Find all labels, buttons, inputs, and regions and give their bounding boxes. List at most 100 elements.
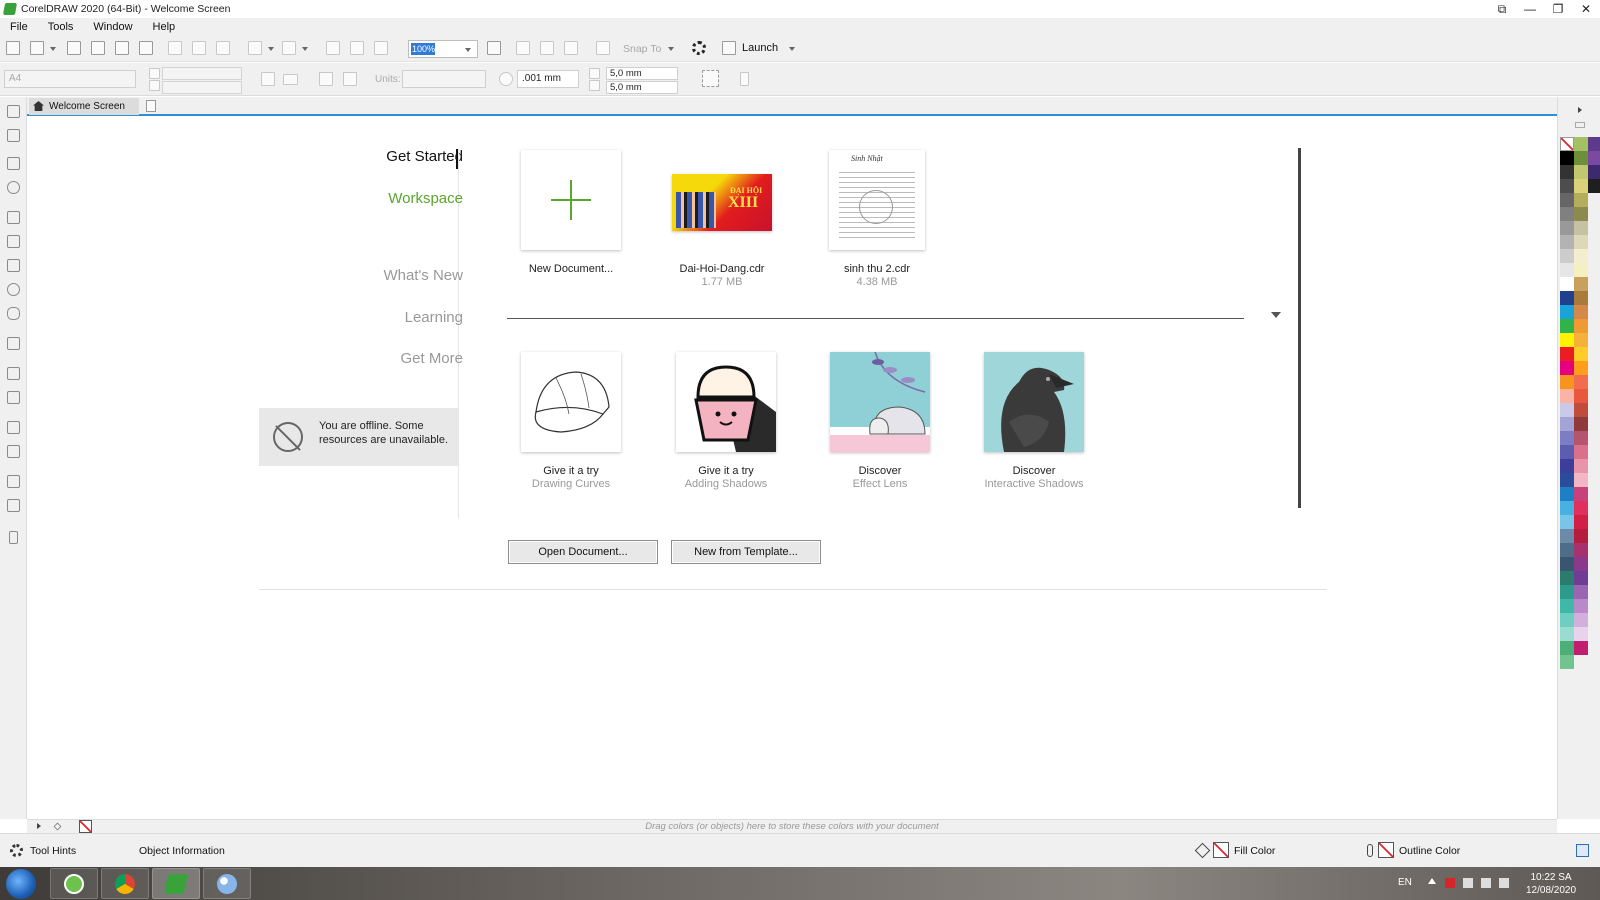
color-swatch[interactable] (1574, 165, 1588, 179)
shape-tool-icon[interactable] (7, 129, 20, 142)
color-swatch[interactable] (1574, 193, 1588, 207)
palette-expand-icon[interactable] (1578, 107, 1582, 113)
launch-dropdown-icon[interactable] (789, 47, 795, 51)
page-border-icon[interactable] (740, 72, 749, 86)
recent-file-thumbnail[interactable]: ĐẠI HỘI XIII (672, 174, 772, 231)
recent-file-card[interactable]: Sinh Nhật sinh thu 2.cdr 4.38 MB (827, 150, 927, 288)
transparency-tool-icon[interactable] (7, 445, 20, 458)
units-select[interactable] (402, 70, 486, 88)
color-swatch[interactable] (1574, 333, 1588, 347)
show-guidelines-icon[interactable] (564, 41, 578, 55)
export-icon[interactable] (350, 41, 364, 55)
color-swatch[interactable] (1574, 235, 1588, 249)
pick-tool-icon[interactable] (7, 105, 20, 118)
document-color-tray[interactable]: Drag colors (or objects) here to store t… (27, 819, 1557, 833)
current-page-icon[interactable] (343, 72, 357, 86)
restore-button[interactable]: ❐ (1544, 0, 1572, 18)
expand-recent-icon[interactable] (1271, 312, 1281, 318)
nav-whats-new[interactable]: What's New (383, 267, 463, 284)
color-swatch[interactable] (1574, 641, 1588, 655)
nav-learning[interactable]: Learning (405, 309, 463, 326)
all-pages-icon[interactable] (319, 72, 333, 86)
color-swatch[interactable] (1560, 557, 1574, 571)
color-swatch[interactable] (1560, 361, 1574, 375)
color-swatch[interactable] (1560, 487, 1574, 501)
color-swatch[interactable] (1574, 347, 1588, 361)
duplicate-distance-x-input[interactable]: 5,0 mm (606, 67, 678, 80)
taskbar-coreldraw-icon[interactable] (152, 868, 200, 899)
new-document-thumbnail[interactable] (521, 150, 621, 250)
taskbar-paint-icon[interactable] (203, 868, 251, 899)
nav-workspace[interactable]: Workspace (388, 190, 463, 207)
language-indicator[interactable]: EN (1398, 877, 1412, 888)
color-swatch[interactable] (1574, 571, 1588, 585)
color-swatch[interactable] (1574, 585, 1588, 599)
undo-icon[interactable] (248, 41, 262, 55)
color-swatch[interactable] (1574, 613, 1588, 627)
cap-thumbnail[interactable] (521, 352, 621, 452)
color-swatch[interactable] (1560, 249, 1574, 263)
color-swatch[interactable] (1574, 487, 1588, 501)
status-settings-gear-icon[interactable] (10, 844, 23, 857)
color-swatch[interactable] (1560, 165, 1574, 179)
outline-color-swatch[interactable] (1378, 842, 1394, 858)
unikey-tray-icon[interactable] (1445, 878, 1455, 888)
color-swatch[interactable] (1574, 263, 1588, 277)
network-icon[interactable] (1481, 878, 1491, 888)
no-color-swatch[interactable] (1560, 137, 1574, 151)
color-swatch[interactable] (1560, 501, 1574, 515)
color-swatch[interactable] (1560, 263, 1574, 277)
page-width-field[interactable] (162, 67, 242, 80)
options-gear-icon[interactable] (692, 41, 706, 55)
color-proof-icon[interactable] (1576, 844, 1589, 857)
import-icon[interactable] (326, 41, 340, 55)
color-swatch[interactable] (1574, 403, 1588, 417)
launch-label[interactable]: Launch (742, 42, 778, 54)
color-swatch[interactable] (1560, 431, 1574, 445)
color-swatch[interactable] (1560, 319, 1574, 333)
paste-icon[interactable] (216, 41, 230, 55)
nav-get-started[interactable]: Get Started (386, 148, 463, 165)
color-swatch[interactable] (1574, 473, 1588, 487)
new-document-card[interactable]: New Document... (521, 150, 621, 275)
crop-tool-icon[interactable] (7, 157, 20, 170)
color-swatch[interactable] (1574, 375, 1588, 389)
treat-as-filled-icon[interactable] (702, 70, 719, 87)
menu-window[interactable]: Window (93, 21, 132, 33)
color-swatch[interactable] (1560, 305, 1574, 319)
color-swatch[interactable] (1560, 459, 1574, 473)
color-swatch[interactable] (1560, 291, 1574, 305)
color-swatch[interactable] (1574, 277, 1588, 291)
redo-icon[interactable] (282, 41, 296, 55)
fill-color-label[interactable]: Fill Color (1234, 845, 1275, 857)
color-swatch[interactable] (1574, 305, 1588, 319)
recent-file-thumbnail[interactable]: Sinh Nhật (829, 150, 925, 250)
help-window-icon[interactable]: ⧉ (1488, 0, 1516, 18)
color-swatch[interactable] (1560, 333, 1574, 347)
cloud-download-icon[interactable] (91, 41, 105, 55)
color-swatch[interactable] (1574, 445, 1588, 459)
color-swatch[interactable] (1560, 585, 1574, 599)
color-swatch[interactable] (1560, 655, 1574, 669)
outline-color-label[interactable]: Outline Color (1399, 845, 1460, 857)
color-eyedropper-tool-icon[interactable] (7, 475, 20, 488)
zoom-dropdown-icon[interactable] (465, 48, 471, 52)
raven-thumbnail[interactable] (984, 352, 1084, 452)
taskbar-chrome-icon[interactable] (101, 868, 149, 899)
interactive-fill-tool-icon[interactable] (7, 499, 20, 512)
zoom-level-input[interactable]: 100% (408, 40, 478, 58)
color-swatch[interactable] (1574, 151, 1588, 165)
new-from-template-button[interactable]: New from Template... (671, 540, 821, 564)
color-swatch[interactable] (1560, 207, 1574, 221)
color-swatch[interactable] (1560, 613, 1574, 627)
add-tool-icon[interactable] (9, 531, 18, 544)
color-swatch[interactable] (1560, 235, 1574, 249)
color-swatch[interactable] (1560, 179, 1574, 193)
start-button-icon[interactable] (6, 869, 36, 899)
color-swatch[interactable] (1560, 571, 1574, 585)
print-icon[interactable] (139, 41, 153, 55)
color-swatch[interactable] (1560, 221, 1574, 235)
color-swatch[interactable] (1560, 641, 1574, 655)
taskbar-app-green-icon[interactable] (50, 868, 98, 899)
color-swatch[interactable] (1560, 515, 1574, 529)
